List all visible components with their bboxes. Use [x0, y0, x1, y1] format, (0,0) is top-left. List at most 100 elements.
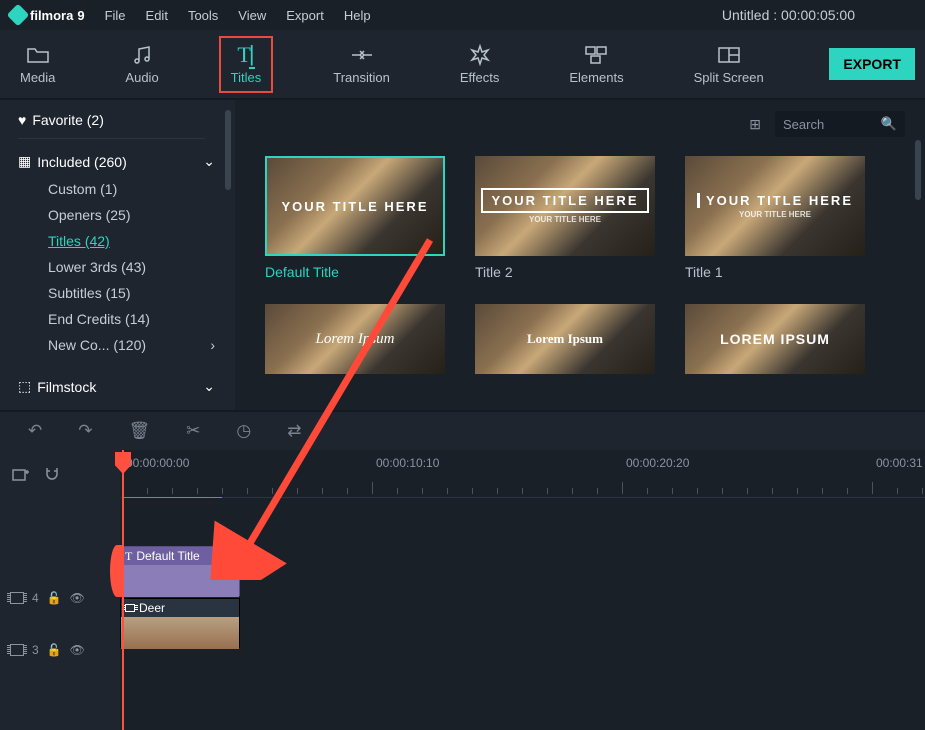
category-lower3rds-label: Lower 3rds (43)	[48, 259, 146, 275]
track-4-header: 4 🔓 👁	[0, 572, 120, 624]
playhead-indicator	[122, 497, 222, 498]
timeline-track-controls	[0, 450, 120, 498]
tool-elements[interactable]: Elements	[559, 38, 633, 91]
thumb-overlay-text: YOUR TITLE HERE	[481, 188, 648, 213]
timeline-ruler[interactable]: 00:00:00:00 00:00:10:10 00:00:20:20 00:0…	[120, 450, 925, 498]
clip-label: Default Title	[136, 549, 199, 563]
thumb-label: Default Title	[265, 264, 445, 280]
title-thumb-1[interactable]: YOUR TITLE HERE YOUR TITLE HERE Title 1	[685, 156, 865, 280]
folder-icon	[27, 44, 49, 66]
category-custom[interactable]: Custom (1)	[48, 176, 235, 202]
title-thumb-condensed[interactable]: LOREM IPSUM	[685, 304, 865, 374]
cut-button[interactable]: ✂	[186, 421, 200, 441]
tool-effects-label: Effects	[460, 70, 500, 85]
category-newco-label: New Co... (120)	[48, 337, 146, 353]
included-category[interactable]: ▦ Included (260) ⌄	[18, 153, 235, 170]
thumb-overlay-sub: YOUR TITLE HERE	[739, 210, 811, 219]
search-input[interactable]: Search 🔍	[775, 111, 905, 137]
ruler-label-1: 00:00:10:10	[376, 456, 439, 470]
magnet-icon[interactable]	[44, 466, 60, 482]
tool-splitscreen[interactable]: Split Screen	[684, 38, 774, 91]
timeline-left-panel: 4 🔓 👁 3 🔓 👁	[0, 450, 120, 730]
filmstrip-icon	[10, 592, 24, 604]
thumb-label: Title 1	[685, 264, 865, 280]
redo-button[interactable]: ↷	[78, 421, 92, 441]
thumb-overlay-text: YOUR TITLE HERE	[697, 193, 853, 208]
tool-effects[interactable]: Effects	[450, 38, 510, 91]
menu-file[interactable]: File	[105, 8, 126, 23]
main-toolbar: Media Audio T| Titles Transition Effects…	[0, 30, 925, 100]
category-lower3rds[interactable]: Lower 3rds (43)	[48, 254, 235, 280]
gallery-toolbar: ⊞ Search 🔍	[265, 110, 905, 138]
app-name: filmora	[30, 8, 73, 23]
category-sidebar: ♥ Favorite (2) ▦ Included (260) ⌄ Custom…	[0, 100, 235, 410]
timeline-toolbar: ↶ ↷ 🗑 ✂ ◷ ⇄	[0, 410, 925, 450]
heart-icon: ♥	[18, 112, 26, 128]
lock-icon[interactable]: 🔓	[47, 643, 62, 657]
export-button[interactable]: EXPORT	[829, 48, 915, 80]
thumb-label: Title 2	[475, 264, 655, 280]
effects-icon	[469, 44, 491, 66]
category-newco[interactable]: New Co... (120) ›	[48, 332, 235, 358]
app-version: 9	[77, 8, 84, 23]
chevron-down-icon: ⌄	[203, 153, 215, 170]
sidebar-scrollbar[interactable]	[225, 110, 231, 190]
thumb-overlay-text: Lorem Ipsum	[527, 331, 603, 347]
chevron-right-icon: ›	[210, 337, 215, 353]
category-subtitles[interactable]: Subtitles (15)	[48, 280, 235, 306]
filmstock-category[interactable]: ⬚ Filmstock ⌄	[18, 378, 235, 395]
grid-view-icon[interactable]: ⊞	[749, 116, 761, 133]
title-thumb-2[interactable]: YOUR TITLE HEREYOUR TITLE HERE Title 2	[475, 156, 655, 280]
title-clip[interactable]: TDefault Title	[120, 546, 240, 596]
menu-view[interactable]: View	[238, 8, 266, 23]
tool-elements-label: Elements	[569, 70, 623, 85]
included-label: Included (260)	[37, 154, 127, 170]
track-4-num: 4	[32, 591, 39, 605]
tool-transition[interactable]: Transition	[323, 38, 400, 91]
tool-media-label: Media	[20, 70, 55, 85]
content-area: ♥ Favorite (2) ▦ Included (260) ⌄ Custom…	[0, 100, 925, 410]
category-titles[interactable]: Titles (42)	[48, 228, 235, 254]
add-track-icon[interactable]	[12, 467, 30, 481]
elements-icon	[585, 44, 607, 66]
thumb-overlay-text: YOUR TITLE HERE	[281, 199, 428, 214]
text-icon: T|	[237, 44, 254, 66]
music-note-icon	[132, 44, 152, 66]
thumb-overlay-text: LOREM IPSUM	[720, 331, 830, 347]
project-title: Untitled : 00:00:05:00	[722, 7, 855, 23]
timeline: 4 🔓 👁 3 🔓 👁 00:00:00:00 00:00:10:10 00:0…	[0, 450, 925, 730]
chevron-down-icon: ⌄	[203, 378, 215, 395]
timeline-tracks[interactable]: 00:00:00:00 00:00:10:10 00:00:20:20 00:0…	[120, 450, 925, 730]
tool-titles[interactable]: T| Titles	[219, 36, 274, 93]
video-clip[interactable]: Deer	[120, 598, 240, 648]
category-custom-label: Custom (1)	[48, 181, 117, 197]
tool-titles-label: Titles	[231, 70, 262, 85]
history-button[interactable]: ◷	[236, 421, 251, 441]
playhead[interactable]	[122, 450, 124, 730]
tool-audio[interactable]: Audio	[115, 38, 168, 91]
adjust-button[interactable]: ⇄	[287, 421, 301, 441]
menu-help[interactable]: Help	[344, 8, 371, 23]
title-thumb-default[interactable]: YOUR TITLE HERE Default Title	[265, 156, 445, 280]
splitscreen-icon	[718, 44, 740, 66]
menu-export[interactable]: Export	[286, 8, 324, 23]
tool-media[interactable]: Media	[10, 38, 65, 91]
category-openers[interactable]: Openers (25)	[48, 202, 235, 228]
lock-icon[interactable]: 🔓	[47, 591, 62, 605]
eye-icon[interactable]: 👁	[70, 591, 85, 605]
undo-button[interactable]: ↶	[28, 421, 42, 441]
title-thumb-script[interactable]: Lorem Ipsum	[265, 304, 445, 374]
category-list: Custom (1) Openers (25) Titles (42) Lowe…	[18, 170, 235, 358]
favorite-category[interactable]: ♥ Favorite (2)	[18, 112, 205, 139]
tool-transition-label: Transition	[333, 70, 390, 85]
eye-icon[interactable]: 👁	[70, 643, 85, 657]
gallery-scrollbar[interactable]	[915, 140, 921, 200]
delete-button[interactable]: 🗑	[129, 421, 151, 441]
category-endcredits-label: End Credits (14)	[48, 311, 150, 327]
menu-edit[interactable]: Edit	[146, 8, 168, 23]
menu-tools[interactable]: Tools	[188, 8, 218, 23]
title-thumb-serif[interactable]: Lorem Ipsum	[475, 304, 655, 374]
category-endcredits[interactable]: End Credits (14)	[48, 306, 235, 332]
logo-icon	[7, 4, 30, 27]
track-3-header: 3 🔓 👁	[0, 624, 120, 676]
